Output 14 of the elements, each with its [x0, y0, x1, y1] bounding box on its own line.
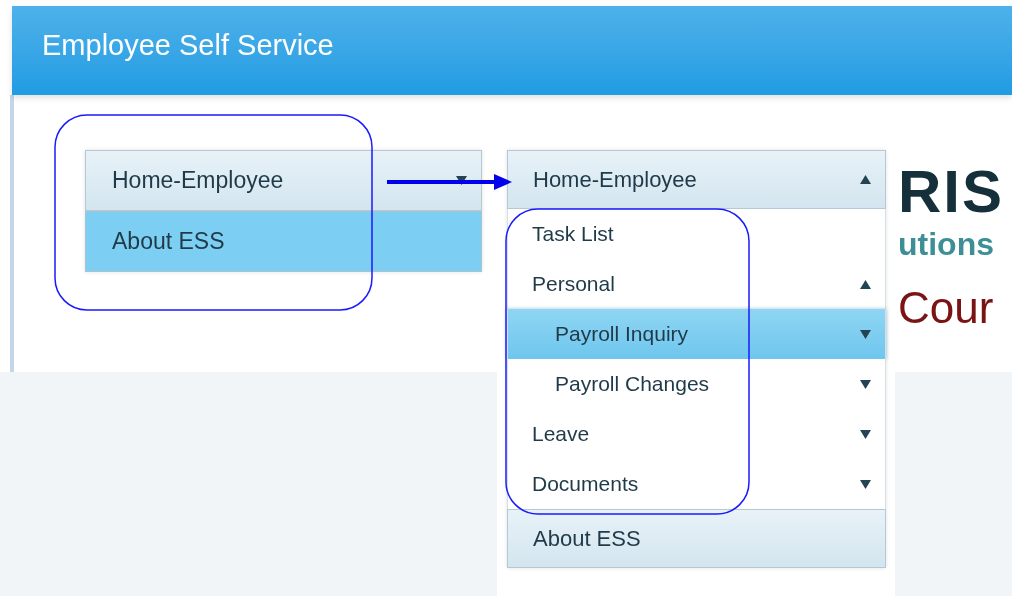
page-heading: Cour — [898, 284, 995, 332]
menu-header[interactable]: About ESS — [85, 211, 482, 272]
menu-item[interactable]: Task List — [507, 209, 886, 259]
menu-header[interactable]: Home-Employee — [507, 150, 886, 209]
menu-header[interactable]: Home-Employee — [85, 150, 482, 211]
menu-item[interactable]: Leave — [507, 409, 886, 459]
menu-item[interactable]: Personal — [507, 259, 886, 309]
menu-item[interactable]: Documents — [507, 459, 886, 509]
app-title: Employee Self Service — [42, 28, 334, 63]
menu-item[interactable]: Payroll Changes — [507, 359, 886, 409]
logo-text: RIS — [898, 162, 1005, 222]
menu-item[interactable]: Payroll Inquiry — [507, 309, 886, 359]
menu-header[interactable]: About ESS — [507, 509, 886, 568]
logo-text: utions — [898, 226, 995, 262]
